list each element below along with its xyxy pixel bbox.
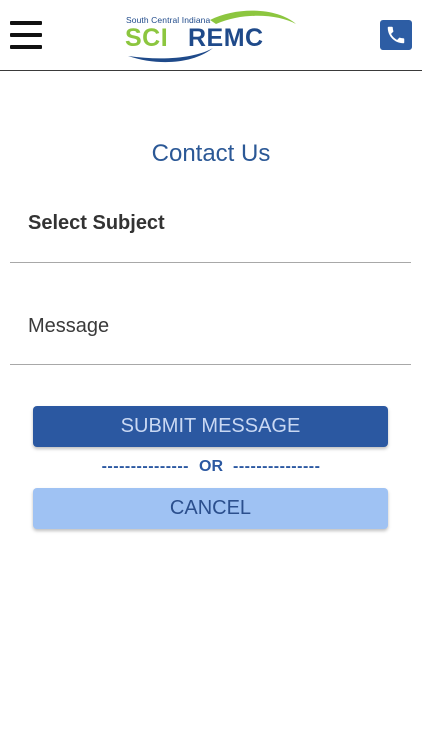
logo-remc-text: REMC [188,24,264,52]
app-header: South Central Indiana SCI REMC [0,0,422,71]
phone-icon [387,26,405,44]
submit-message-button[interactable]: SUBMIT MESSAGE [33,406,388,447]
hamburger-menu-icon[interactable] [10,21,42,49]
page-title: Contact Us [151,140,271,167]
select-subject-label: Select Subject [28,212,165,234]
message-placeholder: Message [28,315,110,337]
divider-dashes-left: --------------- [101,458,189,475]
select-subject-dropdown[interactable]: Select Subject [10,190,411,263]
divider-or-label: OR [199,458,223,475]
divider-dashes-right: --------------- [233,458,321,475]
logo-sci-text: SCI [125,24,169,52]
sci-remc-logo[interactable]: South Central Indiana SCI REMC [118,6,304,66]
cancel-button[interactable]: CANCEL [33,488,388,529]
phone-button[interactable] [380,20,412,50]
message-field[interactable]: Message [10,292,411,365]
or-divider: --------------- OR --------------- [0,458,422,476]
